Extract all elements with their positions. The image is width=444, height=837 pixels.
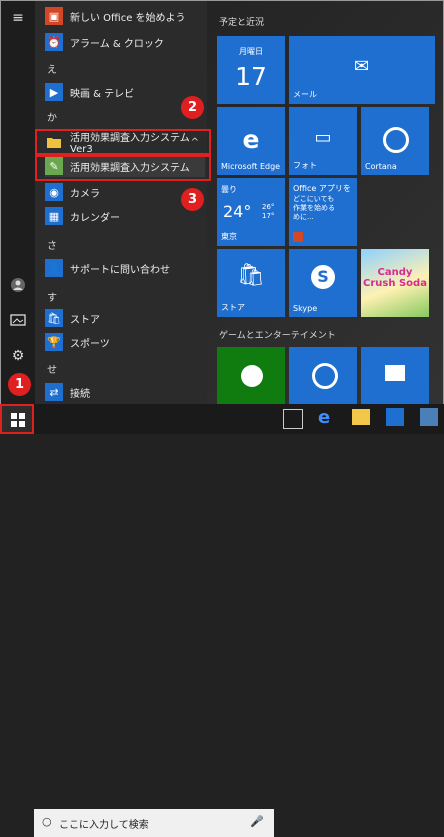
list-item[interactable]: 🛍 ストア bbox=[45, 307, 207, 329]
list-item-label: 映画 & テレビ bbox=[70, 88, 135, 100]
office-app-tile[interactable]: Office アプリを どこにいても 作業を始める めに... bbox=[289, 178, 357, 246]
weather-condition: 曇り bbox=[221, 185, 237, 194]
office-app-line1: Office アプリを bbox=[293, 184, 351, 193]
cortana-label: Cortana bbox=[365, 162, 397, 171]
list-item-label: サポートに問い合わせ bbox=[70, 264, 170, 276]
cortana-tile[interactable]: Cortana bbox=[361, 107, 429, 175]
xbox-tile[interactable] bbox=[217, 347, 285, 405]
section-header[interactable]: え bbox=[47, 61, 57, 76]
start-menu-screen: ≡ ⚙ ⏻ ▣ 新しい Office を始めよう ⏰ アラーム & クロック え… bbox=[0, 0, 444, 434]
calendar-icon: ▦ bbox=[45, 207, 63, 225]
tiles-group-header[interactable]: 予定と近況 bbox=[219, 15, 264, 28]
calendar-date: 17 bbox=[235, 62, 267, 91]
settings-icon[interactable]: ⚙ bbox=[7, 345, 29, 367]
list-item[interactable]: ⇄ 接続 bbox=[45, 381, 207, 403]
weather-low: 17° bbox=[262, 212, 275, 220]
list-item-label: ストア bbox=[70, 314, 100, 326]
alarm-icon: ⏰ bbox=[45, 33, 63, 51]
search-icon: ○ bbox=[42, 815, 52, 828]
store-icon[interactable] bbox=[386, 408, 404, 426]
windows-icon bbox=[11, 413, 25, 427]
microphone-icon[interactable]: 🎤 bbox=[250, 815, 264, 828]
section-header[interactable]: せ bbox=[47, 361, 57, 376]
movies-tile[interactable] bbox=[361, 347, 429, 405]
mail-icon: ✉ bbox=[354, 56, 370, 77]
office-icon bbox=[293, 232, 303, 242]
office-app-line3: 作業を始める bbox=[293, 204, 335, 212]
edge-icon[interactable]: e bbox=[318, 407, 330, 428]
skype-tile[interactable]: S Skype bbox=[289, 249, 357, 317]
search-box[interactable]: ○ ここに入力して検索 🎤 bbox=[34, 809, 274, 837]
list-item-label: カレンダー bbox=[70, 212, 120, 224]
list-item[interactable]: ⏰ アラーム & クロック bbox=[45, 31, 207, 53]
file-explorer-icon[interactable] bbox=[352, 409, 370, 425]
office-icon: ▣ bbox=[45, 7, 63, 25]
section-header[interactable]: さ bbox=[47, 237, 57, 252]
skype-label: Skype bbox=[293, 304, 318, 313]
store-label: ストア bbox=[221, 303, 245, 312]
mail-label: メール bbox=[293, 90, 317, 99]
mail-tile[interactable]: ✉ メール bbox=[289, 36, 435, 104]
callout-3: 3 bbox=[181, 188, 204, 211]
list-item-label: スポーツ bbox=[70, 338, 110, 350]
movies-icon bbox=[385, 365, 405, 381]
start-button[interactable] bbox=[0, 404, 34, 434]
list-item[interactable]: ▣ 新しい Office を始めよう bbox=[45, 5, 207, 27]
store-tile[interactable]: 🛍 ストア bbox=[217, 249, 285, 317]
user-icon[interactable] bbox=[7, 277, 29, 299]
left-rail: ≡ ⚙ ⏻ bbox=[1, 1, 35, 405]
candy-crush-tile[interactable]: Candy Crush Soda bbox=[361, 249, 429, 317]
skype-icon: S bbox=[311, 265, 335, 289]
list-item[interactable]: 👤 サポートに問い合わせ bbox=[45, 257, 207, 279]
tiles-area: 予定と近況 月曜日 17 ✉ メール e Microsoft Edge ▭ フォ… bbox=[207, 1, 443, 405]
list-item-label: 接続 bbox=[70, 388, 90, 400]
task-view-icon[interactable] bbox=[283, 409, 303, 429]
pictures-icon[interactable] bbox=[7, 312, 29, 334]
list-item-label: カメラ bbox=[70, 188, 100, 200]
callout-1: 1 bbox=[8, 373, 31, 396]
camera-icon: ◉ bbox=[45, 183, 63, 201]
weather-high: 26° bbox=[262, 203, 275, 211]
search-input-placeholder: ここに入力して検索 bbox=[59, 820, 149, 831]
callout-2: 2 bbox=[181, 96, 204, 119]
edge-tile[interactable]: e Microsoft Edge bbox=[217, 107, 285, 175]
connect-icon: ⇄ bbox=[45, 383, 63, 401]
store-icon: 🛍 bbox=[45, 309, 63, 327]
calendar-tile[interactable]: 月曜日 17 bbox=[217, 36, 285, 104]
office-app-line2: どこにいても bbox=[293, 195, 335, 203]
edge-icon: e bbox=[242, 125, 260, 154]
support-icon: 👤 bbox=[45, 259, 63, 277]
section-header[interactable]: か bbox=[47, 109, 57, 124]
sports-icon: 🏆 bbox=[45, 333, 63, 351]
calendar-day: 月曜日 bbox=[239, 47, 263, 56]
games-group-header[interactable]: ゲームとエンターテイメント bbox=[219, 328, 336, 341]
xbox-icon bbox=[241, 365, 263, 387]
cortana-icon bbox=[383, 127, 409, 153]
list-item-label: アラーム & クロック bbox=[70, 38, 164, 50]
photos-icon: ▭ bbox=[314, 127, 332, 148]
candy-crush-label: Candy Crush Soda bbox=[363, 267, 427, 289]
photos-tile[interactable]: ▭ フォト bbox=[289, 107, 357, 175]
weather-city: 東京 bbox=[221, 232, 237, 241]
edge-label: Microsoft Edge bbox=[221, 162, 281, 171]
office-app-line4: めに... bbox=[293, 213, 314, 221]
app-taskbar-icon[interactable] bbox=[420, 408, 438, 426]
movies-icon: ▶ bbox=[45, 83, 63, 101]
groove-tile[interactable] bbox=[289, 347, 357, 405]
groove-icon bbox=[312, 363, 338, 389]
weather-tile[interactable]: 曇り 24° 26° 17° 東京 bbox=[217, 178, 285, 246]
app-highlight bbox=[35, 153, 211, 181]
weather-temp: 24° bbox=[223, 202, 252, 221]
section-header[interactable]: す bbox=[47, 289, 57, 304]
store-icon: 🛍 bbox=[237, 263, 265, 288]
hamburger-icon[interactable]: ≡ bbox=[7, 7, 29, 29]
list-item[interactable]: ▦ カレンダー bbox=[45, 205, 207, 227]
list-item-label: 新しい Office を始めよう bbox=[70, 12, 186, 24]
list-item[interactable]: 🏆 スポーツ bbox=[45, 331, 207, 353]
photos-label: フォト bbox=[293, 161, 317, 170]
taskbar: ○ ここに入力して検索 🎤 e bbox=[0, 404, 444, 837]
